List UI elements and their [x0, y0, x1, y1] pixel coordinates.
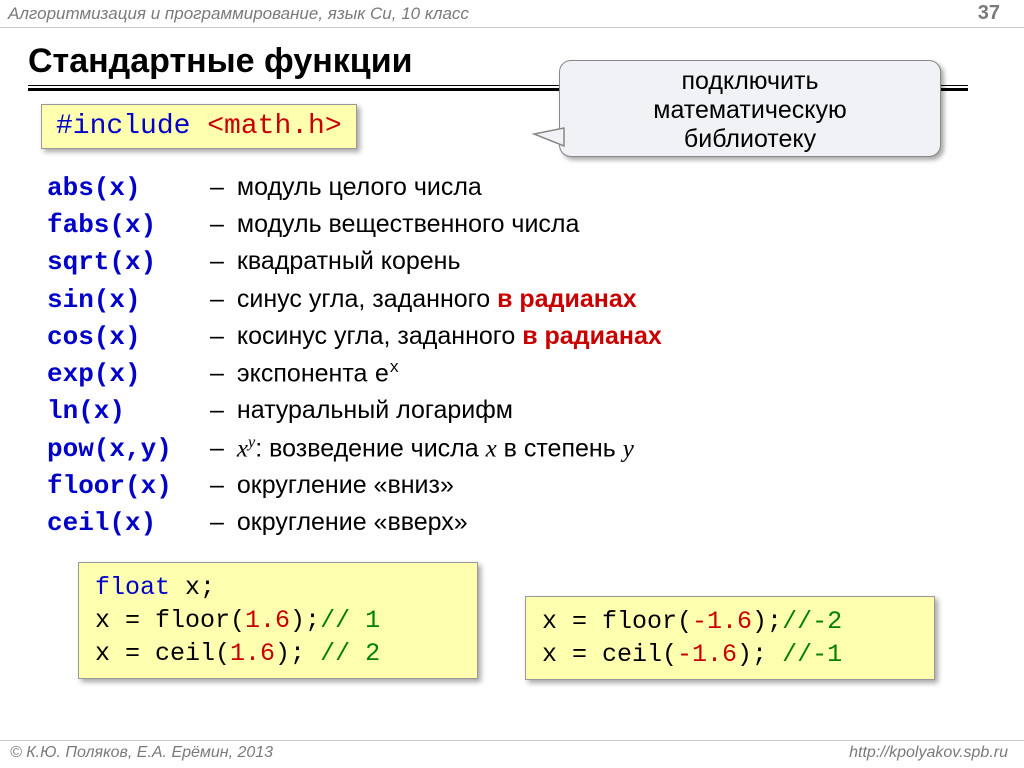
code-text: x = floor( [95, 606, 245, 635]
code-text: x = floor( [542, 607, 692, 636]
dash-icon: – [204, 468, 230, 504]
func-desc: округление «вниз» [237, 471, 454, 499]
func-desc: квадратный корень [237, 247, 461, 275]
func-row-sqrt: sqrt(x) – квадратный корень [47, 244, 977, 281]
callout-pointer-icon [534, 128, 564, 148]
func-sig: fabs(x) [47, 207, 197, 244]
func-mono: e [374, 360, 389, 389]
num-literal: 1.6 [245, 606, 290, 635]
func-desc: модуль вещественного числа [237, 210, 580, 238]
func-row-pow: pow(x,y) – x y : возведение числа x в степ… [47, 431, 977, 469]
footer-url: http://kpolyakov.spb.ru [849, 744, 1008, 762]
func-row-sin: sin(x) – синус угла, заданного в радиана… [47, 282, 977, 319]
dash-icon: – [204, 170, 230, 206]
num-literal: -1.6 [692, 607, 752, 636]
page-number: 37 [978, 2, 1000, 25]
dash-icon: – [204, 282, 230, 318]
func-desc: модуль целого числа [237, 173, 482, 201]
func-desc: натуральный логарифм [237, 396, 513, 424]
func-emph: в радианах [497, 285, 637, 313]
func-sup: x [389, 358, 399, 377]
func-emph: в радианах [522, 322, 662, 350]
func-desc: косинус угла, заданного [237, 322, 522, 350]
code-text: x = ceil( [95, 639, 230, 668]
code-comment: // 2 [320, 639, 380, 668]
func-row-abs: abs(x) – модуль целого числа [47, 170, 977, 207]
ital-y: y [623, 435, 634, 462]
func-sig: ceil(x) [47, 505, 197, 542]
func-row-floor: floor(x) – округление «вниз» [47, 468, 977, 505]
code-text: ); [275, 639, 320, 668]
func-desc: : возведение числа [255, 434, 485, 462]
dash-icon: – [204, 207, 230, 243]
code-text: x; [170, 573, 215, 602]
func-row-fabs: fabs(x) – модуль вещественного числа [47, 207, 977, 244]
callout-line: библиотеку [560, 125, 940, 154]
func-row-cos: cos(x) – косинус угла, заданного в радиа… [47, 319, 977, 356]
dash-icon: – [204, 393, 230, 429]
dash-icon: – [204, 505, 230, 541]
code-comment: //-1 [782, 640, 842, 669]
code-example-left: float x; x = floor(1.6);// 1 x = ceil(1.… [78, 562, 478, 679]
func-sig: ln(x) [47, 393, 197, 430]
func-desc: округление «вверх» [237, 508, 468, 536]
dash-icon: – [204, 244, 230, 280]
func-sig: pow(x,y) [47, 431, 197, 468]
num-literal: 1.6 [230, 639, 275, 668]
func-sig: sqrt(x) [47, 244, 197, 281]
include-header: <math.h> [207, 111, 341, 142]
code-comment: // 1 [320, 606, 380, 635]
func-sig: abs(x) [47, 170, 197, 207]
func-sig: cos(x) [47, 319, 197, 356]
func-desc: экспонента [237, 359, 374, 387]
slide-header: Алгоритмизация и программирование, язык … [0, 0, 1024, 28]
code-text: ); [752, 607, 782, 636]
ital-x: x [237, 435, 248, 462]
function-list: abs(x) – модуль целого числа fabs(x) – м… [47, 170, 977, 542]
code-text: x = ceil( [542, 640, 677, 669]
func-row-ceil: ceil(x) – округление «вверх» [47, 505, 977, 542]
func-row-ln: ln(x) – натуральный логарифм [47, 393, 977, 430]
copyright: © К.Ю. Поляков, Е.А. Ерёмин, 2013 [10, 744, 273, 761]
dash-icon: – [204, 356, 230, 392]
func-sig: exp(x) [47, 356, 197, 393]
num-literal: -1.6 [677, 640, 737, 669]
func-sig: floor(x) [47, 468, 197, 505]
dash-icon: – [204, 319, 230, 355]
func-desc: синус угла, заданного [237, 285, 497, 313]
func-sig: sin(x) [47, 282, 197, 319]
code-text: ); [290, 606, 320, 635]
callout-math-library: подключить математическую библиотеку [559, 60, 941, 157]
code-text: ); [737, 640, 782, 669]
include-keyword: #include [56, 111, 190, 142]
ital-x: x [486, 435, 497, 462]
func-row-exp: exp(x) – экспонента ex [47, 356, 977, 394]
type-keyword: float [95, 573, 170, 602]
callout-line: подключить [560, 67, 940, 96]
callout-line: математическую [560, 96, 940, 125]
dash-icon: – [204, 431, 230, 467]
course-title: Алгоритмизация и программирование, язык … [8, 4, 469, 23]
code-comment: //-2 [782, 607, 842, 636]
code-example-right: x = floor(-1.6);//-2 x = ceil(-1.6); //-… [525, 596, 935, 680]
include-directive-box: #include <math.h> [41, 104, 357, 149]
func-desc: в степень [497, 434, 623, 462]
slide-footer: © К.Ю. Поляков, Е.А. Ерёмин, 2013 http:/… [0, 740, 1024, 768]
